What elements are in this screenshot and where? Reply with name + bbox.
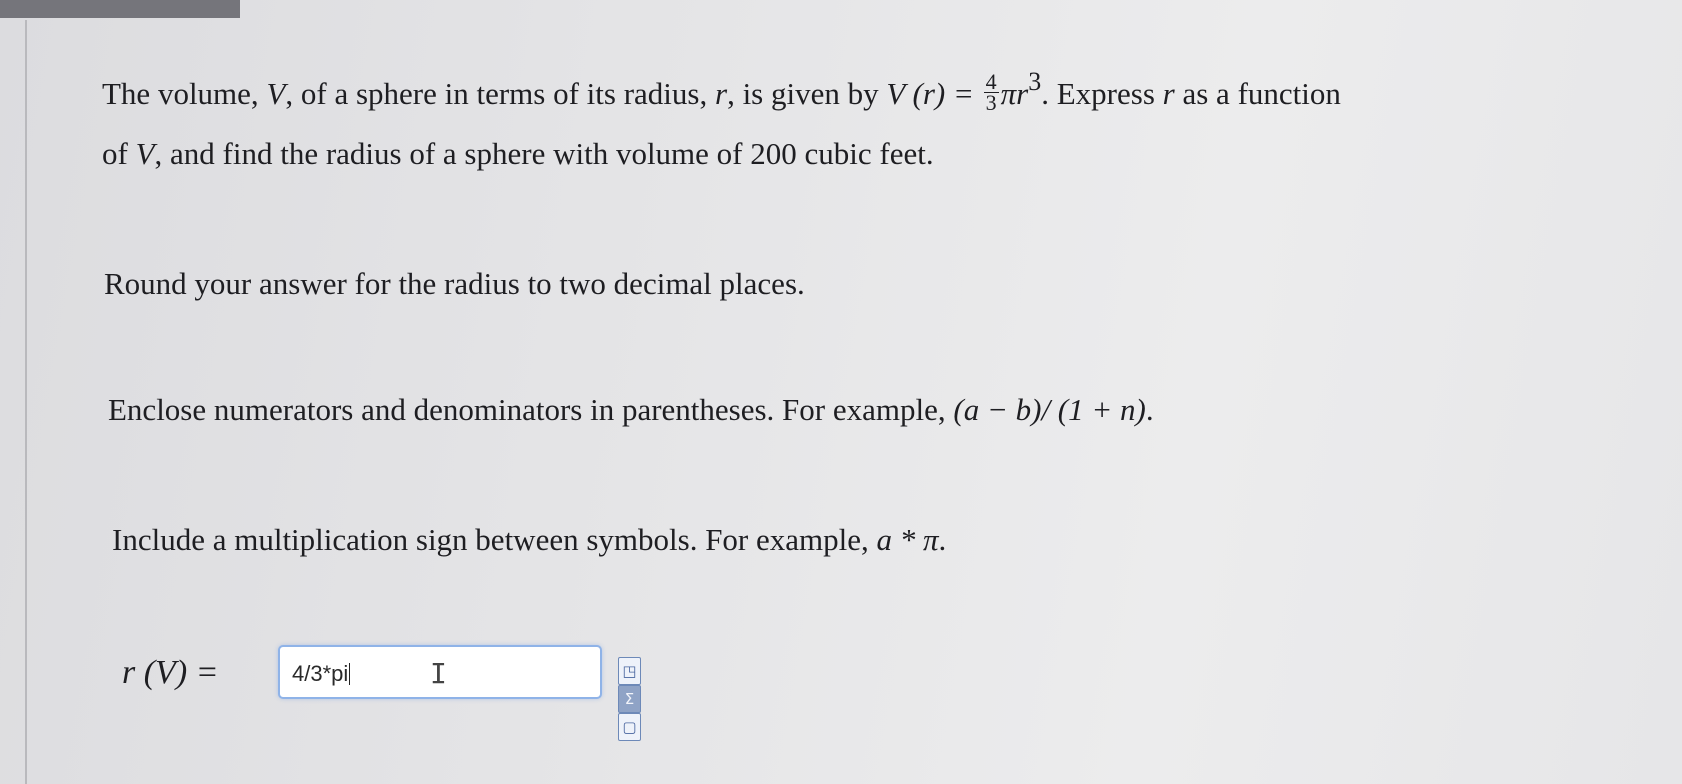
question-line-2: of V, and find the radius of a sphere wi… xyxy=(102,132,934,176)
variable-v: V xyxy=(135,136,155,171)
fraction: 43 xyxy=(983,71,999,116)
answer-tools: ◳Σ▢ xyxy=(618,657,645,741)
variable-v: V xyxy=(266,76,286,111)
question-text: . Express xyxy=(1041,76,1163,111)
text-caret xyxy=(349,663,351,685)
question-line-1: The volume, V, of a sphere in terms of i… xyxy=(102,69,1341,117)
ibeam-cursor-icon: I xyxy=(430,657,447,690)
instruction-text: Enclose numerators and denominators in p… xyxy=(108,392,954,427)
question-text: , is given by xyxy=(727,76,887,111)
top-bar xyxy=(0,0,240,18)
example-expression: a * π xyxy=(876,522,939,557)
help-icon[interactable]: ▢ xyxy=(618,713,641,741)
question-text: , and find the radius of a sphere with v… xyxy=(154,136,934,171)
round-instruction: Round your answer for the radius to two … xyxy=(104,266,805,301)
formula-rhs: πr xyxy=(1000,76,1029,111)
answer-label: r (V) = xyxy=(122,654,219,691)
formula-lhs: V (r) = xyxy=(886,76,982,111)
fraction-denominator: 3 xyxy=(985,90,997,116)
equation-editor-icon[interactable]: Σ xyxy=(618,685,641,713)
answer-value[interactable]: 4/3*pi xyxy=(292,661,351,687)
question-text: , of a sphere in terms of its radius, xyxy=(285,76,715,111)
instruction-text: . xyxy=(1145,392,1154,427)
exponent: 3 xyxy=(1028,67,1042,96)
left-border xyxy=(25,20,27,784)
page: The volume, V, of a sphere in terms of i… xyxy=(0,0,1682,784)
preview-icon[interactable]: ◳ xyxy=(618,657,641,685)
answer-value-text: 4/3*pi xyxy=(292,661,349,686)
instruction-text: . xyxy=(938,522,947,557)
variable-r: r xyxy=(714,76,728,111)
parentheses-instruction: Enclose numerators and denominators in p… xyxy=(108,388,1154,432)
instruction-text: Include a multiplication sign between sy… xyxy=(112,522,877,557)
question-text: as a function xyxy=(1174,76,1341,111)
question-text: The volume, xyxy=(102,76,267,111)
variable-r: r xyxy=(1162,76,1175,111)
answer-input[interactable]: 4/3*pi I xyxy=(278,645,602,699)
example-expression: (a − b)/ (1 + n) xyxy=(953,392,1146,427)
multiplication-instruction: Include a multiplication sign between sy… xyxy=(112,518,946,562)
question-text: of xyxy=(102,136,136,171)
